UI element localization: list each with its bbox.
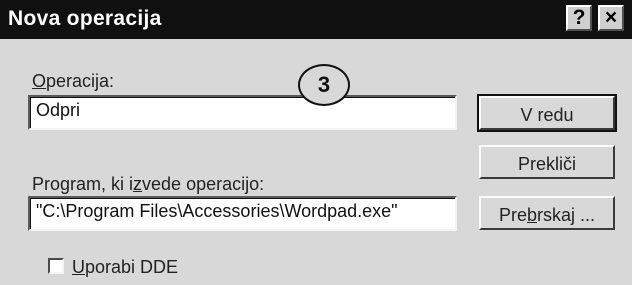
window-title: Nova operacija	[8, 7, 162, 30]
dde-label: Uporabi DDE	[72, 257, 179, 277]
program-input[interactable]: "C:\Program Files\Accessories\Wordpad.ex…	[28, 196, 457, 231]
browse-button-label: Prebrskaj ...	[498, 205, 596, 225]
browse-button[interactable]: Prebrskaj ...	[479, 196, 615, 230]
cancel-button[interactable]: Prekliči	[479, 145, 615, 179]
step-number-badge: 3	[298, 64, 350, 106]
cancel-button-label: Prekliči	[517, 154, 576, 174]
close-button[interactable]: ×	[598, 5, 624, 31]
ok-button-label: V redu	[520, 105, 574, 125]
title-bar: Nova operacija ? ×	[0, 0, 632, 39]
dde-checkbox[interactable]	[48, 258, 64, 274]
ok-button[interactable]: V redu	[477, 94, 617, 132]
operation-label-rest: peracija:	[46, 71, 115, 91]
help-button[interactable]: ?	[566, 5, 592, 31]
operation-label: Operacija:	[32, 71, 115, 91]
program-label: Program, ki izvede operacijo:	[32, 174, 265, 194]
operation-input[interactable]: Odpri	[28, 95, 457, 130]
